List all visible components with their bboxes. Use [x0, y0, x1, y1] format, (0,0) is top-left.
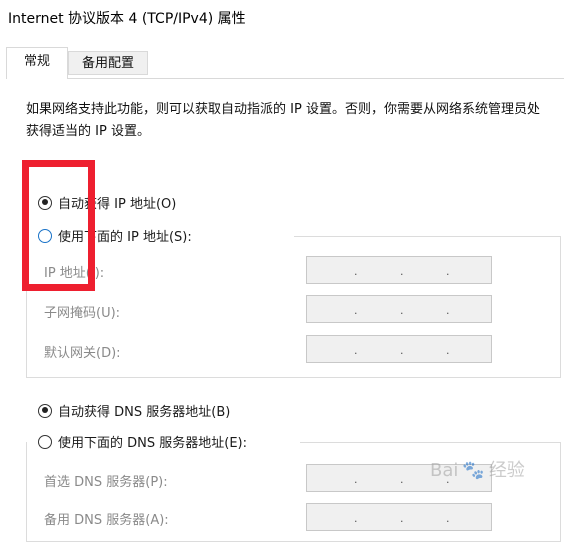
preferred-dns-label: 首选 DNS 服务器(P):: [44, 475, 168, 490]
dns-group-top-border: [300, 442, 561, 443]
subnet-mask-label: 子网掩码(U):: [44, 306, 121, 321]
tab-strip: 常规 备用配置: [6, 44, 564, 79]
watermark-brand-left: Bai: [430, 460, 459, 481]
auto-dns-label: 自动获得 DNS 服务器地址(B): [58, 405, 231, 420]
alternate-dns-input[interactable]: ...: [306, 503, 492, 531]
ip-address-input[interactable]: ...: [306, 256, 492, 284]
default-gateway-label: 默认网关(D):: [44, 346, 121, 361]
paw-icon: 🐾: [462, 460, 485, 481]
auto-dns-radio[interactable]: [38, 403, 52, 418]
window-title: Internet 协议版本 4 (TCP/IPv4) 属性: [8, 11, 246, 27]
auto-dns-option[interactable]: 自动获得 DNS 服务器地址(B): [38, 401, 230, 420]
tab-alternate-config[interactable]: 备用配置: [68, 51, 148, 75]
description-text: 如果网络支持此功能，则可以获取自动指派的 IP 设置。否则，你需要从网络系统管理…: [26, 102, 540, 139]
ip-group-top-border: [294, 236, 561, 237]
tab-general[interactable]: 常规: [6, 47, 68, 79]
red-highlight-box: [22, 160, 95, 291]
baidu-watermark: Bai 🐾 经验: [430, 456, 525, 482]
alternate-dns-label: 备用 DNS 服务器(A):: [44, 513, 169, 528]
subnet-mask-input[interactable]: ...: [306, 295, 492, 323]
default-gateway-input[interactable]: ...: [306, 335, 492, 363]
general-panel: 如果网络支持此功能，则可以获取自动指派的 IP 设置。否则，你需要从网络系统管理…: [6, 79, 564, 542]
watermark-brand-right: 经验: [488, 460, 525, 481]
